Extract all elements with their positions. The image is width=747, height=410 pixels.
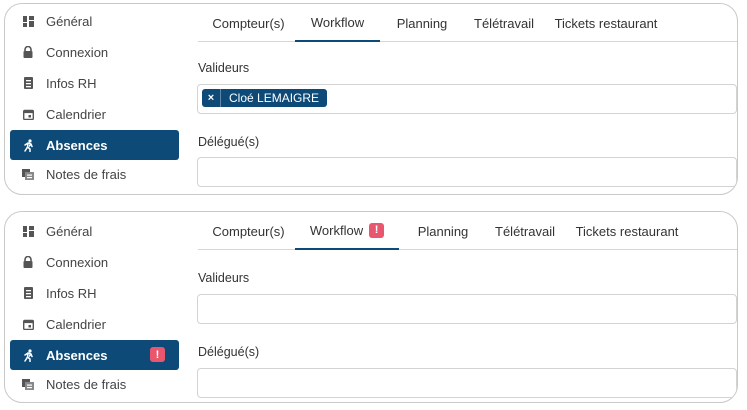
tab-teletravail[interactable]: Télétravail: [462, 4, 546, 42]
sidebar: Général Connexion Infos RH Calendrier Ab…: [10, 212, 185, 402]
validators-field[interactable]: × Cloé LEMAIGRE: [197, 84, 737, 114]
calendar-icon: [20, 316, 36, 332]
tab-compteurs[interactable]: Compteur(s): [198, 4, 299, 42]
settings-panel-bottom: Général Connexion Infos RH Calendrier Ab…: [4, 211, 738, 403]
validators-field[interactable]: [197, 294, 737, 324]
settings-panel-top: Général Connexion Infos RH Calendrier Ab…: [4, 3, 738, 195]
sidebar-item-calendrier[interactable]: Calendrier: [10, 309, 179, 339]
tab-tickets-restaurant[interactable]: Tickets restaurant: [546, 4, 666, 42]
id-card-icon: [20, 75, 36, 91]
sidebar-item-connexion[interactable]: Connexion: [10, 37, 179, 67]
sidebar-item-label: Notes de frais: [46, 376, 127, 392]
tab-planning[interactable]: Planning: [403, 212, 483, 250]
dashboard-icon: [20, 13, 36, 29]
calendar-icon: [20, 106, 36, 122]
sidebar-item-label: Infos RH: [46, 75, 97, 91]
sidebar-item-label: Infos RH: [46, 285, 97, 301]
sidebar-item-label: Général: [46, 223, 93, 239]
sidebar-item-label: Notes de frais: [46, 166, 127, 182]
chip-label: Cloé LEMAIGRE: [229, 91, 320, 105]
lock-icon: [20, 254, 36, 270]
tab-planning[interactable]: Planning: [382, 4, 462, 42]
sidebar-item-absences[interactable]: Absences !: [10, 340, 179, 370]
delegates-label: Délégué(s): [198, 345, 260, 359]
delegates-field[interactable]: [197, 157, 737, 187]
sidebar: Général Connexion Infos RH Calendrier Ab…: [10, 4, 185, 194]
sidebar-item-infos-rh[interactable]: Infos RH: [10, 68, 179, 98]
sidebar-item-calendrier[interactable]: Calendrier: [10, 99, 179, 129]
dashboard-icon: [20, 223, 36, 239]
sidebar-item-label: Calendrier: [46, 316, 106, 332]
validator-chip: × Cloé LEMAIGRE: [202, 89, 328, 107]
receipt-icon: [20, 166, 36, 182]
sidebar-item-notes-de-frais[interactable]: Notes de frais: [10, 159, 179, 189]
sidebar-item-notes-de-frais[interactable]: Notes de frais: [10, 369, 179, 399]
validators-label: Valideurs: [198, 61, 250, 75]
delegates-label: Délégué(s): [198, 135, 260, 149]
alert-badge: !: [150, 347, 165, 362]
sidebar-item-label: Absences: [46, 347, 108, 363]
tab-bar: Compteur(s) Workflow Planning Télétravai…: [198, 4, 737, 42]
sidebar-item-label: Calendrier: [46, 106, 106, 122]
tab-workflow[interactable]: Workflow !: [295, 212, 399, 250]
validators-label: Valideurs: [198, 271, 250, 285]
running-person-icon: [20, 347, 36, 363]
id-card-icon: [20, 285, 36, 301]
sidebar-item-connexion[interactable]: Connexion: [10, 247, 179, 277]
sidebar-item-label: Absences: [46, 137, 108, 153]
sidebar-item-absences[interactable]: Absences: [10, 130, 179, 160]
lock-icon: [20, 44, 36, 60]
tab-teletravail[interactable]: Télétravail: [483, 212, 567, 250]
receipt-icon: [20, 376, 36, 392]
running-person-icon: [20, 137, 36, 153]
sidebar-item-label: Connexion: [46, 44, 109, 60]
sidebar-item-infos-rh[interactable]: Infos RH: [10, 278, 179, 308]
tab-bar: Compteur(s) Workflow ! Planning Télétrav…: [198, 212, 737, 250]
sidebar-item-general[interactable]: Général: [10, 216, 179, 246]
tab-tickets-restaurant[interactable]: Tickets restaurant: [567, 212, 687, 250]
alert-badge: !: [369, 222, 385, 238]
tab-compteurs[interactable]: Compteur(s): [198, 212, 299, 250]
delegates-field[interactable]: [197, 368, 737, 398]
tab-workflow[interactable]: Workflow: [295, 4, 380, 42]
sidebar-item-general[interactable]: Général: [10, 6, 179, 36]
sidebar-item-label: Connexion: [46, 254, 109, 270]
sidebar-item-label: Général: [46, 13, 93, 29]
chip-remove-icon[interactable]: ×: [202, 89, 221, 107]
